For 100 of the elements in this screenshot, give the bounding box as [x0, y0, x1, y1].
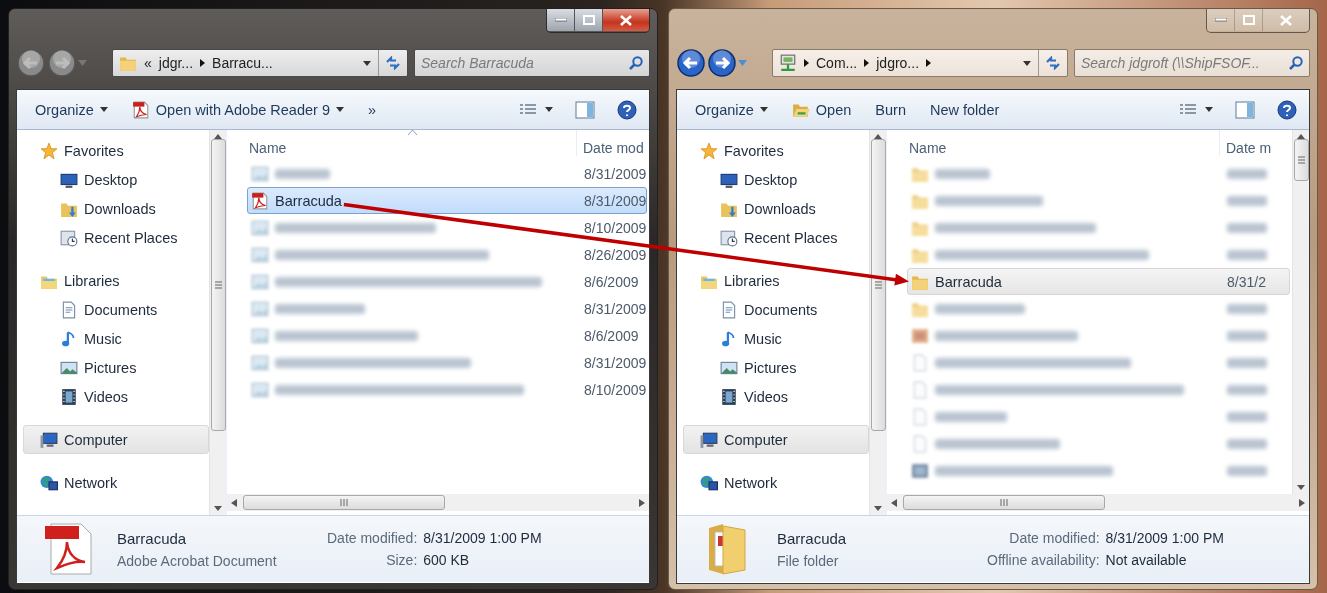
close-button[interactable] — [603, 9, 649, 31]
navigation-item[interactable]: Pictures — [689, 353, 869, 382]
scroll-up-arrow-icon[interactable] — [1297, 134, 1305, 139]
navigation-item[interactable]: Computer — [683, 425, 869, 454]
address-bar[interactable]: « jdgr... Barracu... — [112, 49, 408, 77]
navigation-item[interactable]: Music — [29, 324, 209, 353]
navigation-item[interactable]: Desktop — [689, 165, 869, 194]
scroll-left-arrow-icon[interactable] — [891, 498, 897, 507]
navigation-item[interactable]: Network — [29, 468, 209, 497]
toolbar-button[interactable]: Open with Adobe Reader 9 — [123, 96, 352, 123]
help-icon[interactable] — [617, 99, 637, 120]
blurred-date — [1227, 357, 1267, 368]
dropdown-caret-icon — [99, 107, 108, 112]
navigation-item[interactable]: Favorites — [29, 136, 209, 165]
horizontal-scrollbar[interactable] — [887, 494, 1309, 511]
file-row[interactable]: 8/10/2009 — [247, 376, 647, 403]
toolbar-button[interactable]: » — [359, 97, 385, 122]
toolbar-button[interactable]: Burn — [867, 97, 914, 122]
navigation-item[interactable]: Videos — [29, 382, 209, 411]
file-row[interactable]: 8/10/2009 — [247, 214, 647, 241]
horizontal-scrollbar[interactable] — [227, 494, 649, 511]
file-row[interactable]: Barracuda 8/31/2 — [907, 268, 1290, 295]
navigation-item[interactable]: Libraries — [689, 266, 869, 295]
navigation-item[interactable]: Documents — [29, 295, 209, 324]
scroll-right-arrow-icon[interactable] — [1299, 498, 1305, 507]
blurred-date — [1227, 411, 1267, 422]
toolbar-button[interactable]: Organize — [687, 97, 776, 122]
details-file-name: Barracuda — [777, 529, 848, 547]
date-modified: 8/6/2009 — [584, 327, 640, 344]
sidebar-scrollbar[interactable] — [209, 130, 226, 515]
toolbar-button[interactable]: Open — [783, 96, 860, 123]
dropdown-caret-icon — [759, 107, 768, 112]
blurred-date — [1227, 222, 1267, 233]
breadcrumb[interactable]: jdgr... — [158, 55, 194, 71]
file-row[interactable]: 8/31/2009 — [247, 349, 647, 376]
date-modified: 8/31/2009 — [584, 300, 646, 317]
navigation-item[interactable]: Network — [689, 468, 869, 497]
navigation-item[interactable]: Computer — [23, 425, 209, 454]
column-header[interactable]: Name — [249, 140, 287, 156]
file-row[interactable]: 8/31/2009 — [247, 160, 647, 187]
date-modified: 8/31/2009 — [584, 354, 646, 371]
navigation-item[interactable]: Desktop — [29, 165, 209, 194]
maximize-button[interactable] — [575, 9, 603, 31]
globe-computer-icon — [40, 473, 58, 492]
details-label: Offline availability: — [987, 552, 1100, 568]
navigation-item[interactable]: Downloads — [29, 194, 209, 223]
maximize-icon — [1242, 15, 1255, 25]
globe-computer-icon — [700, 473, 718, 492]
breadcrumb-arrow-icon[interactable] — [200, 59, 206, 67]
scroll-up-arrow-icon[interactable] — [214, 134, 222, 139]
scroll-left-arrow-icon[interactable] — [231, 498, 237, 507]
minimize-button[interactable] — [547, 9, 575, 31]
navigation-item[interactable]: Recent Places — [29, 223, 209, 252]
scroll-right-arrow-icon[interactable] — [639, 498, 645, 507]
folder-icon — [119, 54, 137, 72]
scroll-down-arrow-icon[interactable] — [874, 506, 882, 511]
navigation-item[interactable]: Music — [689, 324, 869, 353]
blurred-date — [1227, 249, 1267, 260]
column-header[interactable]: Date m — [1226, 140, 1272, 156]
date-modified: 8/31/2009 — [584, 192, 646, 209]
file-row[interactable]: 8/31/2009 — [247, 295, 647, 322]
grip-icon — [874, 281, 882, 289]
view-options-button[interactable] — [1179, 102, 1213, 117]
blurred-date — [1227, 465, 1267, 476]
breadcrumb[interactable]: Barracu... — [212, 55, 273, 71]
sidebar-scrollbar[interactable] — [869, 130, 886, 515]
scroll-down-arrow-icon[interactable] — [214, 506, 222, 511]
blurred-date — [1227, 330, 1267, 341]
image-file-icon — [251, 380, 269, 399]
breadcrumb[interactable]: « — [144, 55, 152, 71]
scroll-down-arrow-icon[interactable] — [1297, 485, 1305, 490]
search-field[interactable]: Search Barracuda — [414, 49, 650, 77]
file-row[interactable]: Barracuda 8/31/2009 — [247, 187, 647, 214]
scroll-up-arrow-icon[interactable] — [874, 134, 882, 139]
content-scrollbar[interactable] — [1292, 130, 1309, 494]
column-header[interactable]: Date mod — [583, 140, 644, 156]
file-row[interactable]: 8/26/2009 — [247, 241, 647, 268]
file-row[interactable]: 8/6/2009 — [247, 268, 647, 295]
navigation-item[interactable]: Favorites — [689, 136, 869, 165]
column-header[interactable]: Name — [909, 140, 947, 156]
navigation-item[interactable]: Downloads — [689, 194, 869, 223]
details-file-type: File folder — [777, 552, 840, 569]
navigation-item[interactable]: Documents — [689, 295, 869, 324]
navigation-item[interactable]: Libraries — [29, 266, 209, 295]
star-icon — [40, 141, 58, 160]
navigation-item[interactable]: Pictures — [29, 353, 209, 382]
navigation-item[interactable]: Recent Places — [689, 223, 869, 252]
help-icon[interactable] — [1277, 99, 1297, 120]
toolbar-button[interactable]: New folder — [921, 97, 1008, 122]
pdf-icon — [131, 100, 150, 119]
file-row[interactable]: 8/6/2009 — [247, 322, 647, 349]
view-options-button[interactable] — [519, 102, 553, 117]
toolbar-button[interactable]: Organize — [27, 97, 116, 122]
navigation-item[interactable]: Videos — [689, 382, 869, 411]
document-icon — [720, 300, 738, 319]
details-value: 8/31/2009 1:00 PM — [423, 530, 542, 546]
image-file-icon — [911, 461, 929, 480]
date-modified: 8/10/2009 — [584, 219, 646, 236]
grip-icon — [214, 281, 222, 289]
search-icon[interactable] — [628, 55, 644, 71]
